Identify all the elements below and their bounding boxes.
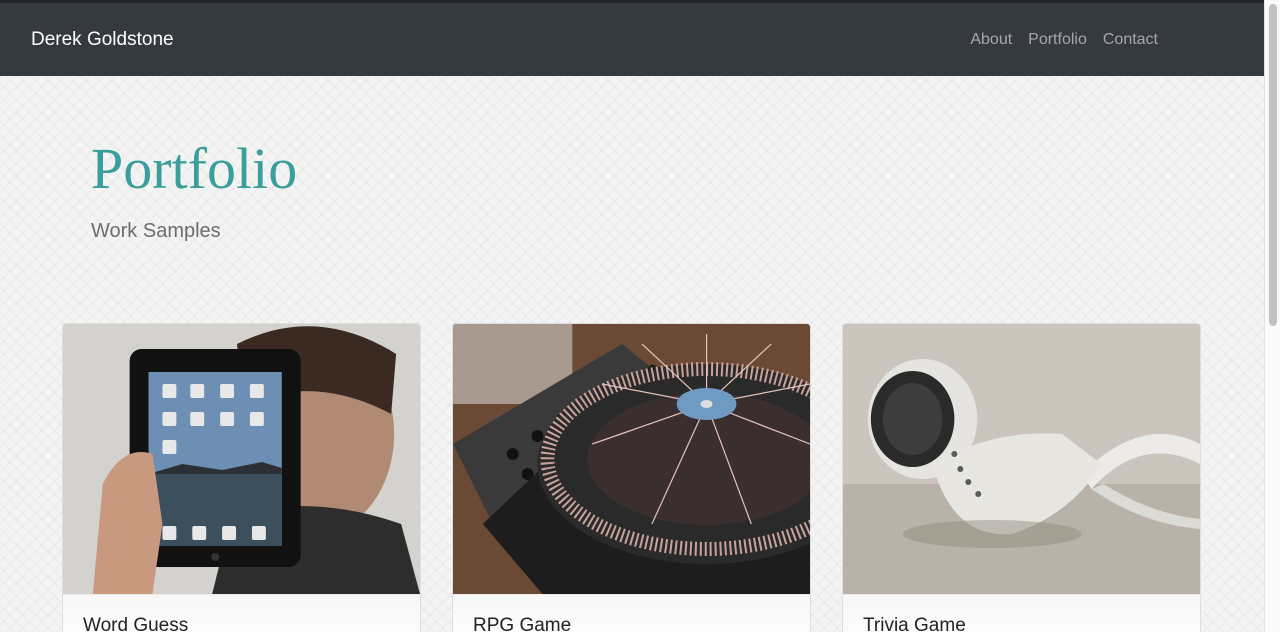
- nav-link-about[interactable]: About: [970, 31, 1012, 49]
- scrollbar-thumb[interactable]: [1269, 4, 1277, 326]
- page-subtitle: Work Samples: [91, 220, 221, 242]
- card-image-turntable: [453, 324, 810, 594]
- card-image-earbuds: [843, 324, 1200, 594]
- card-image-tablet: [63, 324, 420, 594]
- nav-links: About Portfolio Contact: [970, 31, 1158, 49]
- card-title: RPG Game: [473, 615, 572, 632]
- card-body: Trivia Game: [843, 594, 1200, 632]
- portfolio-card-word-guess[interactable]: Word Guess: [62, 323, 421, 632]
- hero: Portfolio Work Samples: [91, 140, 297, 243]
- nav-link-contact[interactable]: Contact: [1103, 31, 1158, 49]
- brand-link[interactable]: Derek Goldstone: [31, 29, 174, 51]
- page-title: Portfolio: [91, 136, 298, 201]
- vertical-scrollbar[interactable]: [1264, 0, 1280, 632]
- navbar: Derek Goldstone About Portfolio Contact: [0, 0, 1264, 76]
- portfolio-card-rpg-game[interactable]: RPG Game: [452, 323, 811, 632]
- card-body: RPG Game: [453, 594, 810, 632]
- portfolio-card-trivia-game[interactable]: Trivia Game: [842, 323, 1201, 632]
- card-title: Word Guess: [83, 615, 189, 632]
- card-title: Trivia Game: [863, 615, 966, 632]
- portfolio-cards: Word Guess RPG Game Trivia Game: [62, 323, 1201, 632]
- card-body: Word Guess: [63, 594, 420, 632]
- nav-link-portfolio[interactable]: Portfolio: [1028, 31, 1087, 49]
